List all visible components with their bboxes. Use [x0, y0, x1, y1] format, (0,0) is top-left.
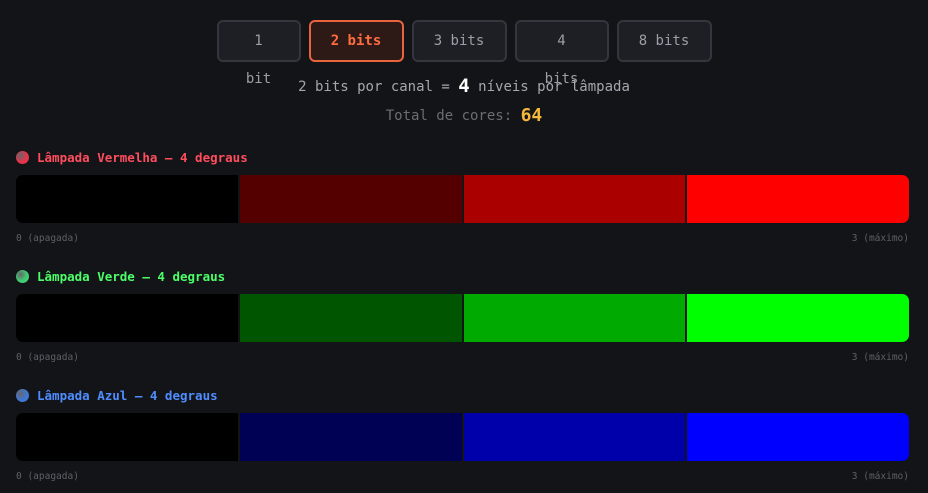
lamp-green-range: 0 (apagada) 3 (máximo): [16, 351, 909, 365]
max-label: 3 (máximo): [851, 233, 909, 244]
lamp-blue-range: 0 (apagada) 3 (máximo): [16, 470, 909, 484]
level-2-swatch[interactable]: [461, 175, 686, 223]
lamp-blue-title: Lâmpada Azul — 4 degraus: [37, 387, 218, 403]
lamp-blue: Lâmpada Azul — 4 degraus 0 (apagada) 3 (…: [16, 386, 909, 482]
bit-option-8[interactable]: 8 bits: [616, 20, 712, 62]
level-1-swatch[interactable]: [237, 294, 462, 342]
lamp-red-header: Lâmpada Vermelha — 4 degraus: [16, 148, 909, 166]
level-3-swatch[interactable]: [685, 294, 909, 342]
lamp-green: Lâmpada Verde — 4 degraus 0 (apagada) 3 …: [16, 267, 909, 363]
level-0-swatch[interactable]: [16, 413, 238, 461]
bit-option-4[interactable]: 4 bits: [514, 20, 609, 87]
page: 1 bit 2 bits 3 bits 4 bits 8 bits 2 bits…: [0, 0, 928, 493]
lamp-blue-header: Lâmpada Azul — 4 degraus: [16, 386, 909, 404]
bit-option-2[interactable]: 2 bits: [308, 20, 404, 62]
lamp-green-levels-bar: [16, 294, 909, 342]
level-3-swatch[interactable]: [685, 413, 909, 461]
min-label: 0 (apagada): [16, 471, 79, 482]
levels-info-prefix: 2 bits por canal =: [298, 79, 450, 95]
level-2-swatch[interactable]: [461, 294, 686, 342]
level-1-swatch[interactable]: [237, 413, 462, 461]
red-dot-icon: [16, 150, 29, 164]
lamp-red: Lâmpada Vermelha — 4 degraus 0 (apagada)…: [16, 148, 909, 244]
max-label: 3 (máximo): [851, 471, 909, 482]
levels-info: 2 bits por canal = 4 níveis por lâmpada: [0, 74, 928, 99]
total-colors-label: Total de cores:: [385, 108, 513, 124]
green-dot-icon: [16, 269, 29, 283]
total-colors: Total de cores: 64: [0, 104, 928, 128]
lamp-green-title: Lâmpada Verde — 4 degraus: [37, 268, 226, 284]
min-label: 0 (apagada): [16, 233, 79, 244]
min-label: 0 (apagada): [16, 352, 79, 363]
bit-option-3[interactable]: 3 bits: [411, 20, 507, 62]
levels-info-suffix: níveis por lâmpada: [478, 79, 630, 95]
bit-depth-selector: 1 bit 2 bits 3 bits 4 bits 8 bits: [0, 20, 928, 87]
lamp-blue-levels-bar: [16, 413, 909, 461]
level-3-swatch[interactable]: [685, 175, 909, 223]
blue-dot-icon: [16, 388, 29, 402]
lamp-green-header: Lâmpada Verde — 4 degraus: [16, 267, 909, 285]
level-0-swatch[interactable]: [16, 294, 238, 342]
level-1-swatch[interactable]: [237, 175, 462, 223]
level-2-swatch[interactable]: [461, 413, 686, 461]
lamp-red-title: Lâmpada Vermelha — 4 degraus: [37, 149, 248, 165]
lamp-red-levels-bar: [16, 175, 909, 223]
max-label: 3 (máximo): [851, 352, 909, 363]
bit-option-1[interactable]: 1 bit: [216, 20, 301, 87]
levels-count: 4: [458, 75, 470, 97]
total-colors-value: 64: [520, 105, 543, 126]
level-0-swatch[interactable]: [16, 175, 238, 223]
lamp-red-range: 0 (apagada) 3 (máximo): [16, 232, 909, 246]
